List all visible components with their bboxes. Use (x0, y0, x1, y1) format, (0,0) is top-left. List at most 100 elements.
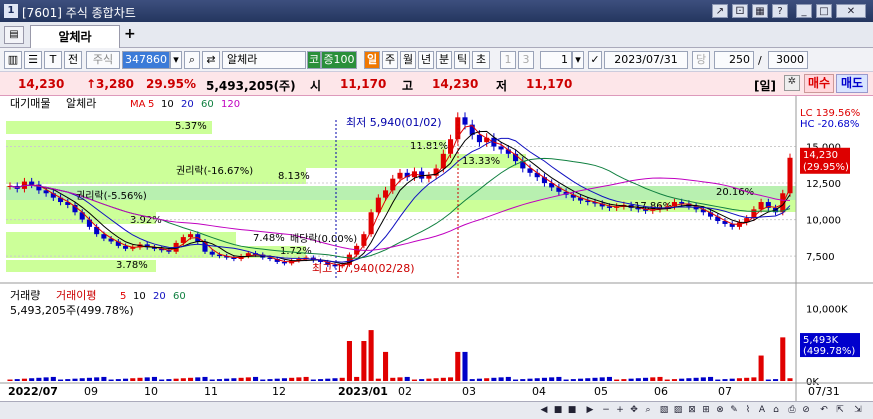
volume-bar (433, 378, 439, 381)
tool-9-icon[interactable]: ⌂ (770, 404, 782, 417)
maximize-button[interactable]: □ (816, 4, 832, 18)
search-chart-icon[interactable]: ⌕ (642, 404, 654, 417)
tool-12-icon[interactable]: ↶ (818, 404, 830, 417)
tool-10-icon[interactable]: ⎙ (786, 404, 798, 417)
code-dropdown-icon[interactable]: ▾ (170, 51, 182, 69)
volume-bar (310, 379, 316, 381)
volume-bar (94, 377, 100, 381)
period-tick[interactable]: 틱 (454, 51, 470, 69)
xaxis-label: 12 (272, 385, 286, 398)
volume-bar (173, 378, 179, 381)
scroll-left-icon[interactable]: ◀ (538, 404, 550, 417)
volume-bar (606, 376, 612, 381)
zoom-in-icon[interactable]: + (614, 404, 626, 417)
candle-body (758, 202, 764, 210)
panel-toggle-icon[interactable]: ▥ (4, 51, 22, 69)
volume-bar (231, 378, 237, 381)
scroll-end-icon[interactable]: ■ (566, 404, 578, 417)
fullscreen-icon[interactable]: ⇲ (852, 404, 864, 417)
code-input[interactable]: 347860 (122, 51, 170, 69)
volume-bar (520, 379, 526, 381)
popout-button[interactable]: ↗ (712, 4, 728, 18)
annotation-rights1: 권리락(-5.56%) (76, 190, 147, 202)
period-year[interactable]: 년 (418, 51, 434, 69)
mode-label[interactable]: 주식 (86, 51, 120, 69)
volume-bar (621, 379, 627, 381)
help-button[interactable]: ? (772, 4, 788, 18)
volume-bar (375, 378, 381, 381)
interval-dropdown-icon[interactable]: ▾ (572, 51, 584, 69)
candle-body (397, 172, 403, 179)
period-week[interactable]: 주 (382, 51, 398, 69)
current-price: 14,230 (18, 77, 65, 91)
volume-bar (50, 376, 56, 381)
app-icon: 1 (4, 4, 18, 18)
tab-active[interactable]: 알체라 (30, 25, 120, 48)
volume-bar (72, 378, 78, 381)
search-icon[interactable]: ⌕ (184, 51, 200, 69)
period-month[interactable]: 월 (400, 51, 416, 69)
screen-menu-icon[interactable]: ▤ (4, 26, 24, 44)
list-icon[interactable]: ☰ (24, 51, 42, 69)
refresh-icon[interactable]: ⇄ (202, 51, 220, 69)
volume-bar (534, 378, 540, 381)
count-input[interactable]: 250 (714, 51, 754, 69)
close-button[interactable]: ✕ (836, 4, 866, 18)
interval-select[interactable]: 1 (540, 51, 572, 69)
period-day[interactable]: 일 (364, 51, 380, 69)
tool-3-icon[interactable]: ⊠ (686, 404, 698, 417)
buy-button[interactable]: 매수 (804, 74, 834, 93)
volume-bar (758, 355, 764, 381)
volume-ma-60: 60 (173, 291, 186, 302)
zoom-out-icon[interactable]: − (600, 404, 612, 417)
period-minute[interactable]: 분 (436, 51, 452, 69)
volume-bar (260, 379, 266, 381)
tool-11-icon[interactable]: ⊘ (800, 404, 812, 417)
volume-bar (267, 379, 273, 381)
candle-body (29, 181, 35, 185)
xaxis-label: 06 (654, 385, 668, 398)
price-bar: 14,230 ↑3,280 29.95% 5,493,205(주) 시 11,1… (0, 72, 873, 96)
tool-7-icon[interactable]: ⌇ (742, 404, 754, 417)
legend-ma-5: 5 (148, 99, 154, 110)
volume-bar (462, 351, 468, 381)
add-tab-button[interactable]: + (124, 26, 136, 42)
volume-bar (58, 379, 64, 381)
period-second[interactable]: 초 (472, 51, 490, 69)
volume-bar (419, 379, 425, 381)
scroll-start-icon[interactable]: ■ (552, 404, 564, 417)
prev-icon[interactable]: 전 (64, 51, 82, 69)
tool-2-icon[interactable]: ▨ (672, 404, 684, 417)
volume-bar (541, 377, 547, 381)
apply-button[interactable]: 당 (692, 51, 710, 69)
settings-gear-icon[interactable]: ✲ (784, 75, 800, 91)
scroll-right-icon[interactable]: ▶ (584, 404, 596, 417)
volume-bar (253, 376, 259, 381)
toolbar: ▥ ☰ T 전 주식 347860 ▾ ⌕ ⇄ 알체라 코 증100 일 주 월… (0, 48, 873, 72)
chart-area[interactable]: 5.37%11.81%8.13%20.16%17.86%3.92%7.48%1.… (0, 96, 873, 401)
tool-5-icon[interactable]: ⊗ (714, 404, 726, 417)
change-rate: 29.95% (146, 77, 196, 91)
window-title: [7601] 주식 종합차트 (22, 6, 136, 20)
move-icon[interactable]: ✥ (628, 404, 640, 417)
stock-chart[interactable]: 5.37%11.81%8.13%20.16%17.86%3.92%7.48%1.… (0, 96, 873, 401)
volume-bar (188, 377, 194, 381)
min-1[interactable]: 1 (500, 51, 516, 69)
tool-8-icon[interactable]: A (756, 404, 768, 417)
link-button[interactable]: ⚀ (732, 4, 748, 18)
tool-4-icon[interactable]: ⊞ (700, 404, 712, 417)
min-3[interactable]: 3 (518, 51, 534, 69)
candle-body (281, 261, 287, 264)
tool-6-icon[interactable]: ✎ (728, 404, 740, 417)
tool-1-icon[interactable]: ▧ (658, 404, 670, 417)
sell-button[interactable]: 매도 (836, 74, 868, 93)
date-input[interactable]: 2023/07/31 (604, 51, 688, 69)
volume-bar (7, 379, 13, 381)
xaxis-label: 2022/07 (8, 385, 58, 398)
date-check-icon[interactable]: ✓ (588, 51, 602, 69)
minimize-button[interactable]: _ (796, 4, 812, 18)
expand-icon[interactable]: ⇱ (834, 404, 846, 417)
text-icon[interactable]: T (44, 51, 62, 69)
layout-button[interactable]: ▦ (752, 4, 768, 18)
volume-bar (281, 378, 287, 381)
